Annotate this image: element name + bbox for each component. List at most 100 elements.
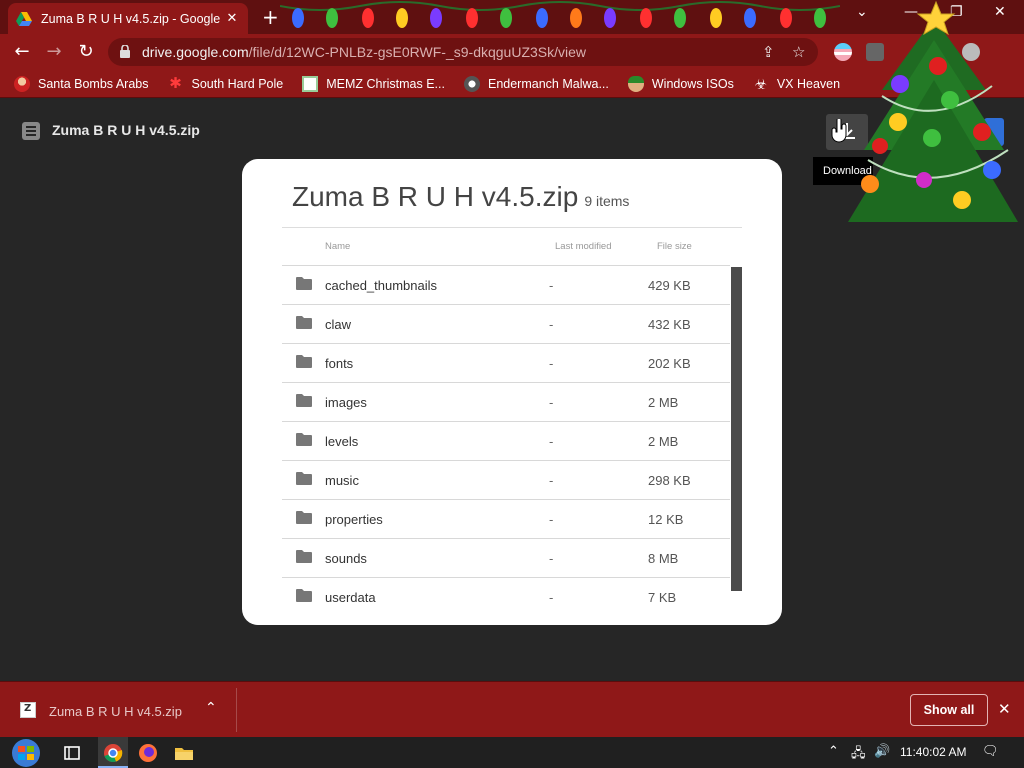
notifications-icon[interactable]: 🗨 — [982, 744, 999, 759]
file-name: sounds — [325, 551, 367, 566]
file-explorer-icon[interactable] — [173, 742, 195, 764]
list-item[interactable]: cached_thumbnails - 429 KB — [282, 265, 730, 304]
clock[interactable]: 11:40:02 AM — [900, 745, 967, 759]
url-text: drive.google.com/file/d/12WC-PNLBz-gsE0R… — [142, 44, 587, 60]
network-icon[interactable]: 🖧 — [851, 744, 866, 766]
zip-file-icon — [20, 702, 36, 718]
volume-icon[interactable]: 🔊 — [874, 744, 890, 759]
lock-icon — [120, 45, 130, 58]
download-shelf: Zuma B R U H v4.5.zip ⌃ Show all ✕ — [0, 681, 1024, 737]
folder-icon — [296, 433, 312, 446]
folder-icon — [296, 550, 312, 563]
window-icon — [302, 75, 319, 92]
file-name: userdata — [325, 590, 376, 605]
column-header-modified[interactable]: Last modified — [555, 241, 612, 252]
elf-icon — [627, 75, 644, 92]
list-item[interactable]: claw - 432 KB — [282, 304, 730, 343]
list-item[interactable]: fonts - 202 KB — [282, 343, 730, 382]
bookmark-memz-christmas[interactable]: MEMZ Christmas E... — [302, 75, 445, 92]
biohazard-icon: ☣ — [754, 75, 768, 92]
file-size: 432 KB — [648, 317, 691, 332]
bookmark-star-icon[interactable]: ☆ — [792, 43, 805, 61]
list-item[interactable]: userdata - 7 KB — [282, 577, 730, 616]
file-size: 7 KB — [648, 590, 677, 605]
bookmark-endermanch-malware[interactable]: Endermanch Malwa... — [463, 75, 609, 92]
share-icon[interactable]: ⇪ — [762, 43, 775, 61]
archive-icon — [22, 122, 40, 140]
file-modified: - — [549, 317, 554, 332]
folder-icon — [296, 511, 312, 524]
task-view-icon[interactable] — [61, 742, 83, 764]
archive-title: Zuma B R U H v4.5.zip 9 items — [292, 181, 630, 212]
file-size: 8 MB — [648, 551, 679, 566]
file-modified: - — [549, 551, 554, 566]
reload-icon[interactable]: ↻ — [74, 40, 98, 64]
file-size: 12 KB — [648, 512, 684, 527]
download-item-name[interactable]: Zuma B R U H v4.5.zip — [49, 704, 182, 719]
forward-arrow-icon[interactable]: → — [42, 40, 66, 64]
file-size: 2 MB — [648, 395, 679, 410]
list-item[interactable]: music - 298 KB — [282, 460, 730, 499]
file-modified: - — [549, 512, 554, 527]
list-item[interactable]: images - 2 MB — [282, 382, 730, 421]
folder-icon — [296, 316, 312, 329]
tab-title: Zuma B R U H v4.5.zip - Google D — [41, 11, 224, 26]
google-drive-icon — [16, 11, 32, 26]
folder-icon — [296, 355, 312, 368]
bookmark-santa-bombs-arabs[interactable]: Santa Bombs Arabs — [14, 75, 148, 92]
folder-icon — [296, 277, 312, 290]
archive-preview-card: Zuma B R U H v4.5.zip 9 items Name Last m… — [242, 159, 782, 625]
file-name: cached_thumbnails — [325, 278, 438, 293]
list-scrollbar[interactable] — [731, 267, 742, 591]
firefox-icon[interactable] — [137, 742, 159, 764]
list-item[interactable]: sounds - 8 MB — [282, 538, 730, 577]
file-modified: - — [549, 473, 554, 488]
file-name: levels — [325, 434, 359, 449]
address-bar[interactable]: drive.google.com/file/d/12WC-PNLBz-gsE0R… — [108, 38, 818, 66]
browser-tab[interactable]: Zuma B R U H v4.5.zip - Google D ✕ — [8, 3, 248, 34]
christmas-lights-decoration — [280, 1, 840, 28]
folder-icon — [296, 394, 312, 407]
file-modified: - — [549, 278, 554, 293]
show-all-button[interactable]: Show all — [910, 694, 988, 726]
bookmark-windows-isos[interactable]: Windows ISOs — [627, 75, 734, 92]
viewer-file-title: Zuma B R U H v4.5.zip — [52, 122, 200, 138]
file-name: images — [325, 395, 367, 410]
file-name: fonts — [325, 356, 354, 371]
file-modified: - — [549, 590, 554, 605]
windows-start-icon[interactable] — [8, 738, 44, 768]
christmas-tree-decoration — [848, 0, 1018, 222]
file-name: properties — [325, 512, 383, 527]
chevron-up-icon[interactable]: ⌃ — [205, 700, 217, 716]
new-tab-icon[interactable]: + — [262, 5, 279, 29]
column-header-size[interactable]: File size — [657, 241, 692, 252]
divider — [282, 227, 742, 228]
folder-icon — [296, 472, 312, 485]
file-modified: - — [549, 395, 554, 410]
list-item[interactable]: properties - 12 KB — [282, 499, 730, 538]
bookmark-vx-heaven[interactable]: ☣ VX Heaven — [753, 75, 841, 92]
list-item[interactable]: levels - 2 MB — [282, 421, 730, 460]
back-arrow-icon[interactable]: ← — [10, 40, 34, 64]
file-size: 2 MB — [648, 434, 679, 449]
bookmark-south-hard-pole[interactable]: ✱ South Hard Pole — [167, 74, 283, 92]
close-shelf-icon[interactable]: ✕ — [998, 700, 1011, 718]
file-name: claw — [325, 317, 352, 332]
snowflake-icon: ✱ — [169, 74, 182, 92]
file-name: music — [325, 473, 359, 488]
file-size: 298 KB — [648, 473, 691, 488]
divider — [236, 688, 237, 732]
item-count: 9 items — [584, 193, 630, 209]
hand-cursor-icon — [831, 119, 847, 143]
santa-icon — [14, 75, 30, 92]
file-size: 202 KB — [648, 356, 691, 371]
file-modified: - — [549, 356, 554, 371]
file-size: 429 KB — [648, 278, 691, 293]
raccoon-icon — [463, 75, 480, 92]
close-tab-icon[interactable]: ✕ — [224, 11, 240, 26]
tray-chevron-up-icon[interactable]: ⌃ — [828, 744, 839, 759]
taskbar: ⌃ 🖧 🔊 11:40:02 AM 🗨 — [0, 737, 1024, 768]
folder-icon — [296, 589, 312, 602]
chrome-icon[interactable] — [102, 742, 124, 764]
column-header-name[interactable]: Name — [325, 241, 350, 252]
